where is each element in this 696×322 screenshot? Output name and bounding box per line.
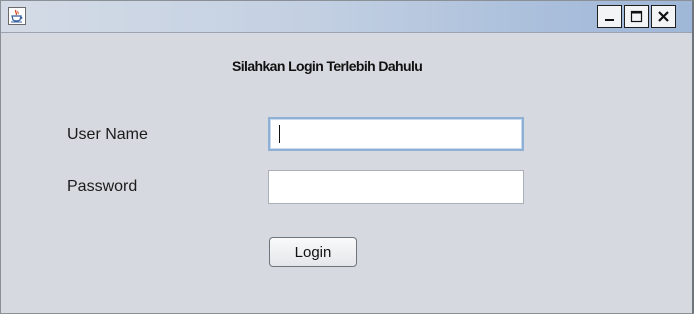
password-label: Password [67, 178, 138, 195]
password-input[interactable] [268, 170, 524, 204]
java-cup-icon[interactable] [8, 7, 26, 25]
login-button[interactable]: Login [269, 237, 357, 267]
minimize-button[interactable] [597, 5, 622, 28]
minimize-icon [605, 19, 614, 21]
title-bar[interactable] [1, 1, 692, 33]
close-icon [658, 11, 669, 22]
form-heading: Silahkan Login Terlebih Dahulu [232, 58, 423, 74]
text-caret [279, 125, 280, 143]
username-input[interactable] [268, 117, 524, 151]
maximize-icon [630, 10, 643, 23]
maximize-button[interactable] [624, 5, 649, 28]
username-label: User Name [67, 126, 148, 143]
close-button[interactable] [651, 5, 676, 28]
